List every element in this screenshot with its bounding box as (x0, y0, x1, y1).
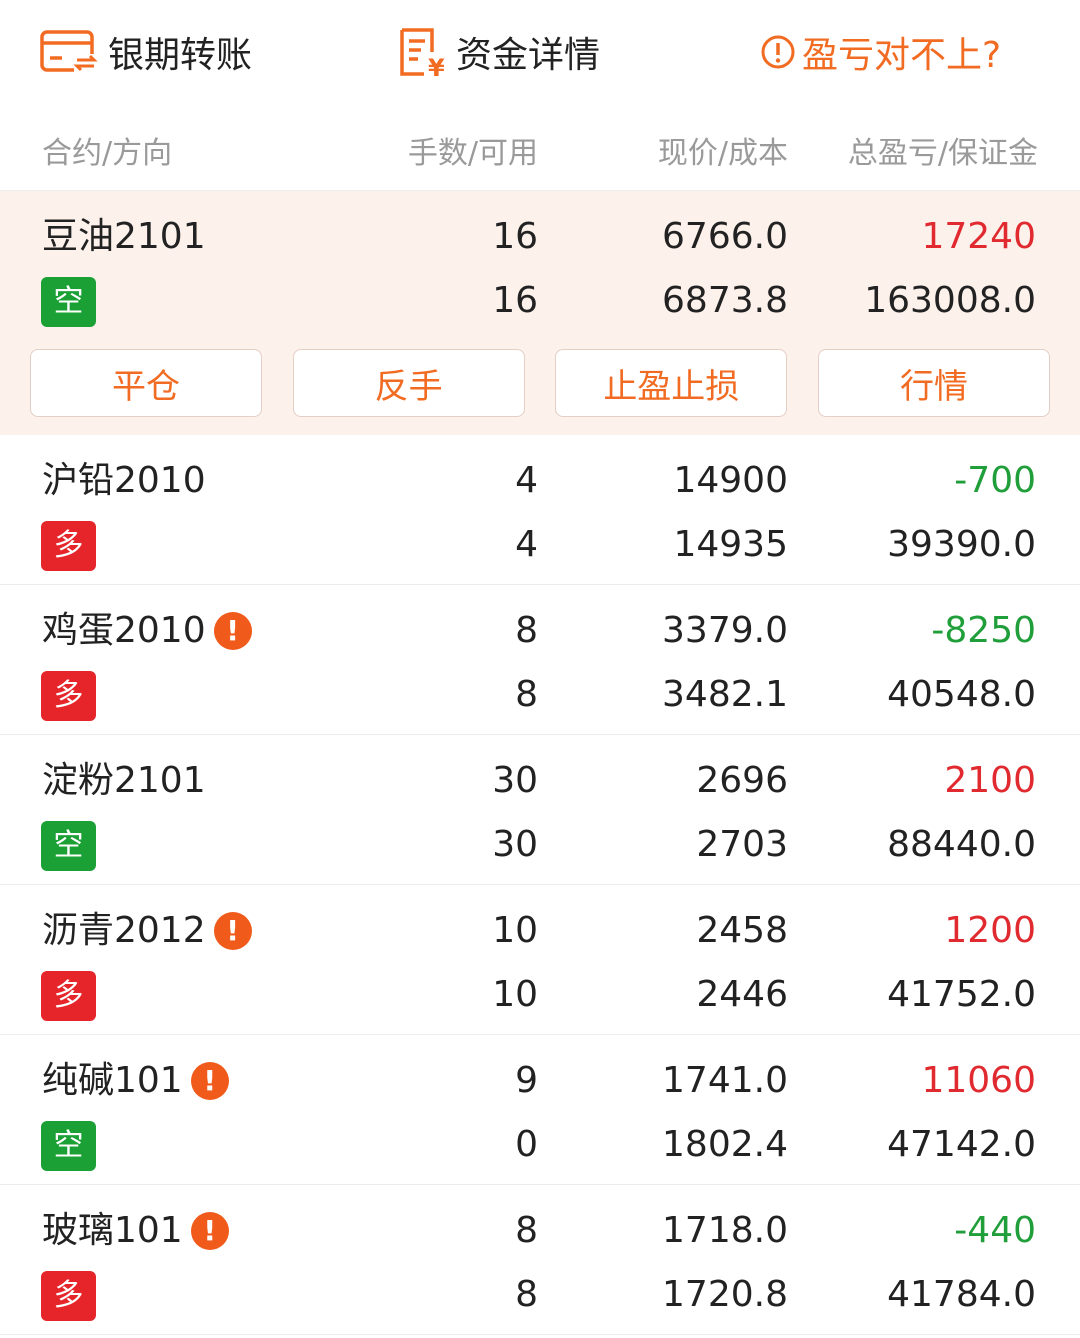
contract-name: 纯碱101 (42, 1060, 183, 1101)
lots-available: 8 (515, 674, 538, 715)
margin-value: 39390.0 (887, 524, 1036, 565)
total-pnl: 11060 (921, 1060, 1036, 1101)
margin-value: 47142.0 (887, 1124, 1036, 1165)
svg-text:¥: ¥ (428, 54, 445, 78)
lots-total: 9 (515, 1060, 538, 1101)
column-header: 合约/方向 手数/可用 现价/成本 总盈亏/保证金 (0, 104, 1080, 191)
current-price: 1718.0 (662, 1210, 788, 1251)
lots-available: 10 (492, 974, 538, 1015)
contract-name: 豆油2101 (42, 216, 206, 257)
cost-price: 3482.1 (662, 674, 788, 715)
lots-available: 0 (515, 1124, 538, 1165)
close-position-button[interactable]: 平仓 (30, 349, 262, 417)
lots-available: 4 (515, 524, 538, 565)
direction-badge: 空 (41, 1121, 96, 1171)
header-pnl: 总盈亏/保证金 (847, 136, 1038, 171)
cost-price: 6873.8 (662, 280, 788, 321)
lots-total: 8 (515, 610, 538, 651)
lots-available: 8 (515, 1274, 538, 1315)
fund-detail-button[interactable]: ¥ 资金详情 (398, 24, 600, 80)
position-row[interactable]: 玻璃101! 多 8 8 1718.0 1720.8 -440 41784.0 (0, 1185, 1080, 1335)
contract-name-cell: 沥青2012! (42, 909, 252, 953)
bank-transfer-button[interactable]: 银期转账 (40, 24, 252, 80)
cost-price: 14935 (673, 524, 788, 565)
current-price: 3379.0 (662, 610, 788, 651)
position-row[interactable]: 纯碱101! 空 9 0 1741.0 1802.4 11060 47142.0 (0, 1035, 1080, 1185)
fund-detail-label: 资金详情 (456, 35, 601, 76)
contract-name: 玻璃101 (42, 1210, 183, 1251)
position-row[interactable]: 沪铅2010 多 4 4 14900 14935 -700 39390.0 (0, 435, 1080, 585)
cost-price: 2703 (696, 824, 788, 865)
contract-name-cell: 纯碱101! (42, 1059, 229, 1103)
contract-name-cell: 玻璃101! (42, 1209, 229, 1253)
direction-badge: 多 (41, 971, 96, 1021)
total-pnl: 1200 (944, 910, 1036, 951)
contract-name-cell: 鸡蛋2010! (42, 609, 252, 653)
contract-name-cell: 沪铅2010 (42, 459, 206, 503)
direction-badge: 空 (41, 821, 96, 871)
take-profit-stop-loss-button[interactable]: 止盈止损 (555, 349, 788, 417)
pnl-mismatch-label: 盈亏对不上? (802, 35, 1002, 76)
warning-icon[interactable]: ! (190, 1062, 229, 1100)
margin-value: 41784.0 (887, 1274, 1036, 1315)
reverse-position-button[interactable]: 反手 (292, 349, 525, 417)
position-row[interactable]: 沥青2012! 多 10 10 2458 2446 1200 41752.0 (0, 885, 1080, 1035)
margin-value: 41752.0 (887, 974, 1036, 1015)
direction-badge: 多 (41, 521, 96, 571)
total-pnl: -440 (954, 1210, 1036, 1251)
cost-price: 1720.8 (662, 1274, 788, 1315)
margin-value: 88440.0 (887, 824, 1036, 865)
contract-name-cell: 豆油2101 (42, 215, 206, 259)
fund-document-icon: ¥ (398, 26, 446, 78)
header-lots: 手数/可用 (407, 136, 538, 171)
warning-icon[interactable]: ! (190, 1212, 229, 1250)
position-row-selected[interactable]: 豆油2101 空 16 16 6766.0 6873.8 17240 163008.0 平仓 反手… (0, 191, 1080, 435)
warning-icon[interactable]: ! (213, 612, 252, 650)
warning-icon[interactable]: ! (213, 912, 252, 950)
current-price: 2458 (696, 910, 788, 951)
lots-available: 16 (492, 280, 538, 321)
margin-value: 40548.0 (887, 674, 1036, 715)
contract-name: 淀粉2101 (42, 760, 206, 801)
lots-total: 30 (492, 760, 538, 801)
cost-price: 1802.4 (662, 1124, 788, 1165)
pnl-mismatch-link[interactable]: 盈亏对不上? (760, 24, 1001, 80)
bank-transfer-label: 银期转账 (108, 35, 253, 76)
cost-price: 2446 (696, 974, 788, 1015)
position-row[interactable]: 淀粉2101 空 30 30 2696 2703 2100 88440.0 (0, 735, 1080, 885)
current-price: 2696 (696, 760, 788, 801)
info-circle-icon (760, 34, 796, 70)
contract-name: 沥青2012 (42, 910, 206, 951)
quote-button[interactable]: 行情 (817, 349, 1050, 417)
top-toolbar: 银期转账 ¥ 资金详情 盈亏对不上? (0, 0, 1080, 104)
header-price: 现价/成本 (657, 136, 788, 171)
total-pnl: 17240 (921, 216, 1036, 257)
lots-total: 16 (492, 216, 538, 257)
contract-name: 沪铅2010 (42, 460, 206, 501)
lots-total: 8 (515, 1210, 538, 1251)
lots-total: 4 (515, 460, 538, 501)
contract-name-cell: 淀粉2101 (42, 759, 206, 803)
current-price: 1741.0 (662, 1060, 788, 1101)
bank-card-icon (40, 30, 98, 74)
current-price: 6766.0 (662, 216, 788, 257)
total-pnl: -700 (954, 460, 1036, 501)
position-row[interactable]: 鸡蛋2010! 多 8 8 3379.0 3482.1 -8250 40548.0 (0, 585, 1080, 735)
direction-badge: 多 (41, 1271, 96, 1321)
positions-list: 豆油2101 空 16 16 6766.0 6873.8 17240 163008.0 平仓 反手… (0, 191, 1080, 1335)
direction-badge: 空 (41, 277, 96, 327)
contract-name: 鸡蛋2010 (42, 610, 206, 651)
total-pnl: -8250 (931, 610, 1036, 651)
lots-total: 10 (492, 910, 538, 951)
header-contract: 合约/方向 (42, 136, 173, 171)
total-pnl: 2100 (944, 760, 1036, 801)
position-actions: 平仓 反手 止盈止损 行情 (30, 349, 1050, 417)
direction-badge: 多 (41, 671, 96, 721)
current-price: 14900 (673, 460, 788, 501)
lots-available: 30 (492, 824, 538, 865)
margin-value: 163008.0 (864, 280, 1036, 321)
